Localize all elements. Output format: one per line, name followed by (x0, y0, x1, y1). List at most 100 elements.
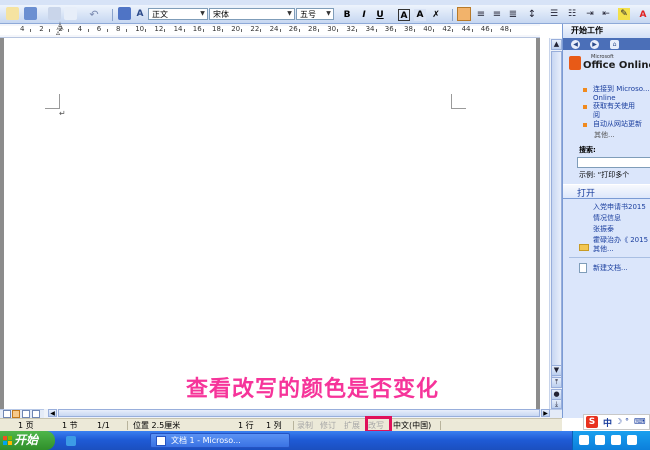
status-rec[interactable]: 录制 (297, 420, 313, 431)
forward-icon[interactable]: ▶ (590, 40, 599, 49)
line-spacing-icon[interactable]: ↕ (525, 7, 539, 21)
office-online-logo[interactable]: Microsoft Office Online (569, 54, 650, 76)
scroll-thumb[interactable] (551, 51, 562, 381)
print-icon[interactable] (48, 7, 61, 20)
ruler-tick (279, 29, 281, 32)
web-layout-icon[interactable] (12, 410, 20, 418)
size-combo[interactable]: 五号 ▼ (296, 8, 334, 20)
ime-mode[interactable]: 中 (603, 416, 612, 429)
styles-icon[interactable] (118, 7, 131, 20)
vertical-scrollbar[interactable]: ▲ ▼ ⤒ ● ⤓ (549, 38, 563, 410)
undo-icon[interactable]: ↶ (86, 7, 102, 21)
new-document-link[interactable]: 新建文档... (593, 263, 628, 273)
bullets-icon[interactable]: ☷ (566, 7, 578, 21)
taskbar-word-label: 文档 1 - Microso... (171, 436, 241, 445)
print-preview-icon[interactable] (64, 7, 77, 20)
italic-button[interactable]: I (358, 9, 370, 21)
ruler-tick (126, 29, 127, 32)
tray-icon[interactable] (579, 435, 589, 445)
bold-button[interactable]: B (341, 9, 353, 21)
scroll-up-icon[interactable]: ▲ (551, 39, 562, 50)
quick-launch-icon[interactable] (63, 433, 81, 448)
align-left-button[interactable] (457, 7, 471, 21)
margin-corner-left (45, 94, 60, 109)
document-page[interactable]: ↵ (4, 38, 536, 410)
font-color-button[interactable]: A (637, 9, 649, 21)
save-icon[interactable] (24, 7, 37, 20)
char-shading-button[interactable]: A (414, 9, 426, 21)
moon-icon[interactable]: ☽ (615, 417, 622, 426)
indent-icon[interactable]: ⇥ (584, 7, 596, 21)
align-center-icon[interactable]: ≡ (475, 7, 487, 21)
link-get-help[interactable]: 获取有关使用 (593, 102, 635, 111)
sogou-icon[interactable]: S (586, 416, 598, 428)
next-page-icon[interactable]: ⤓ (551, 399, 562, 409)
paragraph-mark: ↵ (59, 109, 66, 118)
logo-text: Office Online (583, 60, 650, 71)
system-tray (572, 431, 650, 450)
scroll-down-icon[interactable]: ▼ (551, 365, 562, 376)
highlight-icon[interactable]: ✎ (618, 8, 630, 20)
hscroll-thumb[interactable] (58, 409, 540, 417)
underline-button[interactable]: U (374, 9, 386, 21)
status-bar: 1 页 1 节 1/1 位置 2.5厘米 1 行 1 列 录制 修订 扩展 改写… (0, 416, 562, 433)
ime-toolbar[interactable]: S 中 ☽ ° ⌨ (583, 414, 650, 430)
align-right-icon[interactable]: ≡ (491, 7, 503, 21)
status-language: 中文(中国) (393, 421, 432, 430)
search-input[interactable] (577, 157, 650, 168)
ruler-tick (337, 29, 339, 32)
recent-file-3[interactable]: 张振泰 (593, 224, 614, 234)
style-combo[interactable]: 正文 ▼ (148, 8, 208, 20)
divider (569, 257, 650, 258)
home-icon[interactable]: ⌂ (610, 40, 619, 49)
scroll-right-icon[interactable]: ▶ (541, 409, 550, 417)
ruler-number: 46 (480, 25, 490, 33)
open-icon[interactable] (6, 7, 19, 20)
link-auto-update[interactable]: 自动从网站更新 (593, 120, 642, 129)
ruler-number: 32 (346, 25, 356, 33)
font-combo[interactable]: 宋体 ▼ (209, 8, 295, 20)
horizontal-scrollbar[interactable]: ◀ ▶ (44, 409, 550, 418)
open-more[interactable]: 其他... (593, 244, 614, 254)
link-connect[interactable]: 连接到 Microso... (593, 85, 650, 94)
char-border-button[interactable]: A (398, 9, 410, 21)
taskbar-word-document[interactable]: 文档 1 - Microso... (150, 433, 290, 448)
ruler-tick (510, 29, 511, 32)
bullet-icon (583, 105, 587, 109)
back-icon[interactable]: ◀ (571, 40, 580, 49)
chevron-down-icon[interactable]: ▼ (324, 9, 333, 19)
ruler-tick (183, 29, 185, 32)
ruler-number: 2 (39, 25, 44, 33)
previous-page-icon[interactable]: ⤒ (551, 377, 562, 388)
normal-view-icon[interactable] (3, 410, 11, 418)
recent-file-2[interactable]: 情况信息 (593, 213, 621, 223)
ruler-tick (49, 29, 51, 32)
recent-file-1[interactable]: 入党申请书2015 (593, 202, 646, 212)
link-get-help-2[interactable]: 阅 (593, 111, 600, 120)
status-ext[interactable]: 扩展 (344, 420, 360, 431)
punctuation-icon[interactable]: ° (625, 417, 629, 426)
char-scale-button[interactable]: ✗ (430, 9, 442, 21)
keyboard-icon[interactable]: ⌨ (634, 417, 646, 426)
ruler-number: 16 (192, 25, 202, 33)
link-more[interactable]: 其他... (594, 131, 615, 140)
bullet-icon (583, 88, 587, 92)
style-pane-icon[interactable]: A (134, 7, 146, 21)
numbering-icon[interactable]: ☰ (548, 7, 560, 21)
tray-icon[interactable] (627, 435, 637, 445)
horizontal-ruler[interactable]: 4 2 2 4 6 8 10 12 14 16 18 20 22 24 26 28 30 32 34 36 38 40 42… (0, 23, 540, 38)
tray-icon[interactable] (611, 435, 621, 445)
status-trk[interactable]: 修订 (320, 420, 336, 431)
tray-icon[interactable] (595, 435, 605, 445)
ruler-tick (375, 29, 377, 32)
scroll-left-icon[interactable]: ◀ (48, 409, 57, 417)
chevron-down-icon[interactable]: ▼ (198, 9, 207, 19)
chevron-down-icon[interactable]: ▼ (285, 9, 294, 19)
outline-view-icon[interactable] (32, 410, 40, 418)
outdent-icon[interactable]: ⇤ (600, 7, 612, 21)
start-label: 开始 (14, 433, 39, 447)
print-layout-icon[interactable] (22, 410, 30, 418)
indent-marker[interactable]: ⏅ ▵ (56, 23, 64, 37)
justify-icon[interactable]: ≣ (507, 7, 519, 21)
ruler-tick (30, 29, 31, 32)
